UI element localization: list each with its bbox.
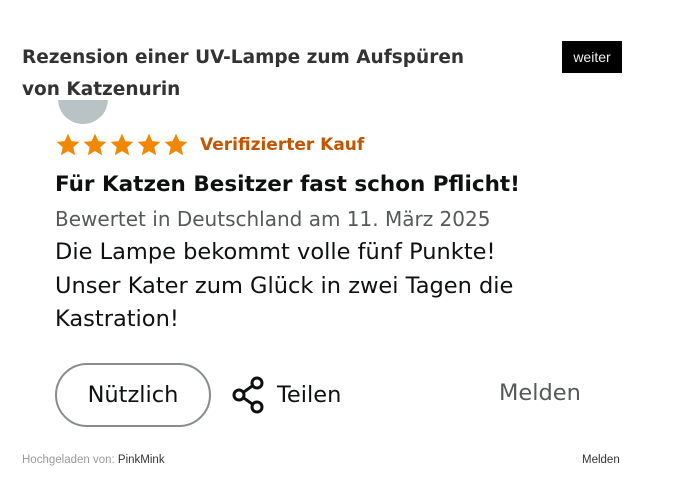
report-review-link[interactable]: Melden (499, 380, 581, 406)
share-icon (232, 376, 264, 414)
review-date: Bewertet in Deutschland am 11. März 2025 (55, 207, 491, 231)
uploaded-by: Hochgeladen von: PinkMink (22, 454, 165, 466)
star-icon (56, 133, 80, 156)
verified-purchase-badge: Verifizierter Kauf (200, 135, 365, 155)
star-rating (55, 132, 189, 158)
uploader-link[interactable]: PinkMink (118, 454, 165, 466)
share-label: Teilen (277, 382, 342, 408)
review-body-line: Unser Kater zum Glück in zwei Tagen die (55, 272, 514, 299)
helpful-button[interactable]: Nützlich (55, 363, 211, 427)
star-icon (83, 133, 107, 156)
report-post-link[interactable]: Melden (582, 454, 620, 466)
review-body: Die Lampe bekommt volle fünf Punkte! Uns… (55, 236, 595, 337)
next-button[interactable]: weiter (562, 41, 622, 73)
avatar (58, 100, 108, 124)
share-button[interactable]: Teilen (231, 374, 341, 416)
star-icon (137, 133, 161, 156)
post-title: Rezension einer UV-Lampe zum Aufspüren v… (22, 47, 465, 100)
star-icon (110, 133, 134, 156)
star-icon (164, 133, 188, 156)
rating-row: Verifizierter Kauf (55, 132, 364, 158)
review-body-line: Die Lampe bekommt volle fünf Punkte! (55, 239, 496, 265)
review-title: Für Katzen Besitzer fast schon Pflicht! (55, 172, 520, 197)
uploaded-by-label: Hochgeladen von: (22, 454, 115, 466)
review-body-line: Kastration! (55, 306, 179, 332)
review-screenshot: Verifizierter Kauf Für Katzen Besitzer f… (22, 100, 622, 440)
